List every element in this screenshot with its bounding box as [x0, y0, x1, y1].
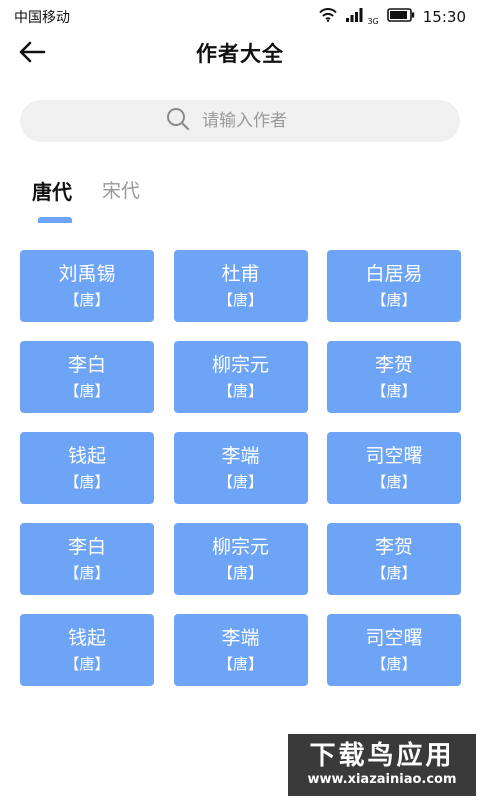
author-name: 李贺: [374, 536, 413, 558]
author-dynasty: 【唐】: [217, 564, 263, 582]
wifi-icon: [319, 8, 338, 26]
author-card[interactable]: 司空曙 【唐】: [327, 432, 461, 504]
author-name: 柳宗元: [211, 354, 269, 376]
tab-label: 宋代: [102, 180, 141, 202]
author-card[interactable]: 李端 【唐】: [173, 432, 308, 504]
author-name: 杜甫: [221, 263, 260, 285]
watermark-url: www.xiazainiao.com: [307, 772, 457, 787]
clock: 15:30: [422, 8, 466, 26]
author-card[interactable]: 李白 【唐】: [20, 523, 154, 595]
search-icon: [166, 107, 190, 135]
author-name: 柳宗元: [211, 536, 269, 558]
watermark-logo: 下载鸟应用 www.xiazainiao.com: [288, 734, 476, 796]
author-card[interactable]: 柳宗元 【唐】: [173, 523, 308, 595]
author-dynasty: 【唐】: [217, 655, 263, 673]
network-type-label: 3G: [367, 16, 379, 26]
search-bar[interactable]: [20, 100, 460, 142]
author-name: 李端: [221, 627, 260, 649]
search-input[interactable]: [200, 110, 314, 132]
author-name: 司空曙: [365, 627, 423, 649]
author-card[interactable]: 白居易 【唐】: [327, 250, 461, 322]
status-bar: 中国移动 3G 15:30: [0, 0, 480, 34]
watermark-title: 下载鸟应用: [309, 741, 455, 771]
author-name: 李白: [67, 536, 106, 558]
tab-song[interactable]: 宋代: [102, 176, 140, 215]
author-name: 李白: [67, 354, 106, 376]
author-dynasty: 【唐】: [217, 473, 263, 491]
author-name: 白居易: [365, 263, 423, 285]
signal-icon: [345, 8, 363, 26]
author-card[interactable]: 司空曙 【唐】: [327, 614, 461, 686]
tab-tang[interactable]: 唐代: [32, 176, 72, 223]
author-dynasty: 【唐】: [371, 564, 417, 582]
author-name: 李端: [221, 445, 260, 467]
author-card[interactable]: 李贺 【唐】: [327, 341, 461, 413]
tab-label: 唐代: [32, 180, 72, 204]
author-name: 司空曙: [365, 445, 423, 467]
author-card[interactable]: 李端 【唐】: [173, 614, 308, 686]
author-dynasty: 【唐】: [371, 291, 417, 309]
author-dynasty: 【唐】: [371, 473, 417, 491]
author-dynasty: 【唐】: [64, 655, 110, 673]
author-dynasty: 【唐】: [217, 382, 263, 400]
author-card[interactable]: 刘禹锡 【唐】: [20, 250, 154, 322]
author-card[interactable]: 钱起 【唐】: [20, 432, 154, 504]
author-dynasty: 【唐】: [64, 473, 110, 491]
status-icons: 3G 15:30: [319, 8, 466, 26]
author-card[interactable]: 钱起 【唐】: [20, 614, 154, 686]
dynasty-tabs: 唐代 宋代: [32, 176, 140, 223]
author-card[interactable]: 柳宗元 【唐】: [173, 341, 308, 413]
carrier-label: 中国移动: [14, 10, 70, 26]
battery-icon: [386, 8, 415, 26]
author-dynasty: 【唐】: [371, 382, 417, 400]
author-dynasty: 【唐】: [64, 291, 110, 309]
author-dynasty: 【唐】: [371, 655, 417, 673]
author-card[interactable]: 李贺 【唐】: [327, 523, 461, 595]
author-dynasty: 【唐】: [64, 564, 110, 582]
author-dynasty: 【唐】: [64, 382, 110, 400]
page-title: 作者大全: [196, 42, 284, 66]
author-name: 李贺: [374, 354, 413, 376]
author-dynasty: 【唐】: [217, 291, 263, 309]
author-card[interactable]: 李白 【唐】: [20, 341, 154, 413]
tab-active-indicator: [38, 217, 72, 223]
author-name: 钱起: [67, 627, 106, 649]
author-card[interactable]: 杜甫 【唐】: [173, 250, 308, 322]
author-grid: 刘禹锡 【唐】 杜甫 【唐】 白居易 【唐】 李白 【唐】 柳宗元 【唐】 李贺…: [20, 250, 461, 686]
nav-bar: 作者大全: [0, 34, 480, 74]
author-name: 钱起: [67, 445, 106, 467]
author-name: 刘禹锡: [58, 263, 116, 285]
